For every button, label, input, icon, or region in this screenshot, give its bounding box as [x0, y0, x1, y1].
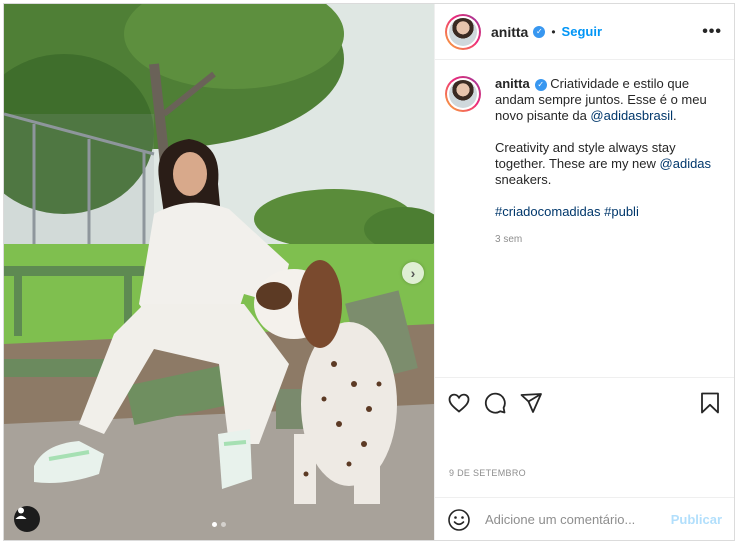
carousel-indicator: [4, 522, 434, 527]
hashtag-criadocomadidas[interactable]: #criadocomadidas: [495, 204, 601, 219]
verified-icon: ✓: [533, 25, 546, 38]
user-tags-button[interactable]: [14, 506, 40, 532]
caption-line-2: Creativity and style always stay togethe…: [495, 140, 676, 171]
author-username[interactable]: anitta: [491, 24, 528, 40]
caption-line-2-end: sneakers.: [495, 172, 552, 187]
more-icon[interactable]: •••: [702, 23, 722, 41]
verified-icon: ✓: [534, 79, 547, 91]
post-side-panel: anitta ✓ • Seguir ••• anitta ✓ Criativida…: [434, 4, 734, 540]
carousel-dot-active: [212, 522, 217, 527]
publish-button[interactable]: Publicar: [671, 512, 722, 527]
post-photo[interactable]: ›: [4, 4, 434, 540]
caption-username[interactable]: anitta: [495, 76, 530, 91]
hashtag-publi[interactable]: #publi: [604, 204, 639, 219]
mention-adidas[interactable]: @adidas: [660, 156, 712, 171]
instagram-post: › anitta ✓ • Seguir ••• anitta ✓ Criativ…: [3, 3, 735, 541]
author-avatar[interactable]: [445, 13, 481, 50]
caption-text: anitta ✓ Criatividade e estilo que andam …: [495, 76, 722, 248]
heart-icon[interactable]: [447, 391, 471, 415]
comment-bar: Publicar: [435, 497, 734, 541]
user-tag-icon: [15, 507, 27, 519]
share-icon[interactable]: [519, 391, 543, 415]
bookmark-icon[interactable]: [698, 391, 722, 415]
photo-illustration: [4, 4, 434, 540]
post-date[interactable]: 9 DE SETEMBRO: [449, 468, 526, 478]
post-header: anitta ✓ • Seguir •••: [435, 4, 734, 60]
post-caption: anitta ✓ Criatividade e estilo que andam …: [435, 60, 734, 248]
chevron-right-icon: ›: [410, 265, 416, 281]
follow-button[interactable]: Seguir: [562, 24, 602, 39]
carousel-dot: [221, 522, 226, 527]
caption-line-1-end: .: [672, 108, 677, 123]
separator-dot: •: [551, 24, 556, 39]
action-bar: [435, 377, 734, 427]
comment-icon[interactable]: [483, 391, 507, 415]
caption-age[interactable]: 3 sem: [495, 232, 722, 248]
comment-input[interactable]: [485, 512, 665, 527]
carousel-next-button[interactable]: ›: [402, 262, 424, 284]
emoji-icon[interactable]: [447, 508, 471, 532]
caption-avatar[interactable]: [445, 76, 481, 112]
mention-adidasbrasil[interactable]: @adidasbrasil: [590, 108, 673, 123]
